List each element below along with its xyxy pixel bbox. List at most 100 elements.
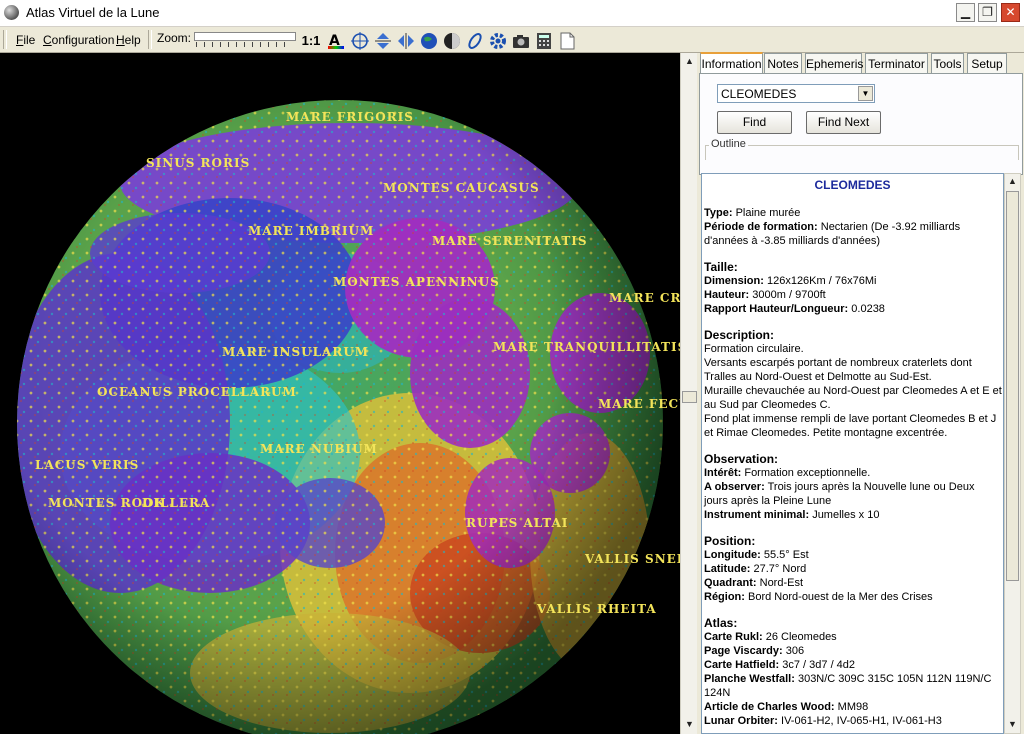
find-button[interactable]: Find <box>717 111 792 134</box>
map-label: RUPES ALTAI <box>466 516 568 530</box>
info-line: Page Viscardy: 306 <box>704 645 805 657</box>
map-label: OCEANUS PROCELLARUM <box>97 385 297 399</box>
info-line: Période de formation: Nectarien (De -3.9… <box>704 221 961 233</box>
map-label: MARE IMBRIUM <box>248 224 374 238</box>
section-heading: Position: <box>704 534 756 548</box>
feature-select[interactable]: CLEOMEDES ▼ <box>717 84 875 103</box>
calculator-icon[interactable] <box>534 31 553 50</box>
scroll-thumb[interactable] <box>1006 191 1019 581</box>
map-label: MARE FECU <box>598 397 680 411</box>
text-color-icon[interactable]: A <box>326 31 345 50</box>
zoom-1-1-button[interactable]: 1:1 <box>299 31 323 50</box>
phase-icon[interactable] <box>442 31 461 50</box>
info-line: Intérêt: Formation exceptionnelle. <box>704 467 871 479</box>
map-label: MARE SERENITATIS <box>432 234 588 248</box>
page-icon[interactable] <box>557 31 576 50</box>
map-label: MARE FRIGORIS <box>286 110 414 124</box>
map-label: SINUS RORIS <box>146 156 250 170</box>
feature-details: CLEOMEDES Type: Plaine murée Période de … <box>701 173 1004 734</box>
map-label: DILLERA <box>142 496 210 510</box>
map-label: MARE TRANQUILLITATIS <box>493 340 680 354</box>
info-line: A observer: Trois jours après la Nouvell… <box>704 481 975 493</box>
maximize-icon[interactable]: ❐ <box>978 3 997 22</box>
tab-ephemeris[interactable]: Ephemeris <box>805 53 863 73</box>
flip-vertical-icon[interactable] <box>373 31 392 50</box>
info-line: Type: Plaine murée <box>704 207 801 219</box>
info-line: Article de Charles Wood: MM98 <box>704 701 869 713</box>
find-next-button[interactable]: Find Next <box>806 111 881 134</box>
info-line: Carte Rukl: 26 Cleomedes <box>704 631 837 643</box>
info-line: Latitude: 27.7° Nord <box>704 563 807 575</box>
info-line: jours après la Pleine Lune <box>704 495 832 507</box>
info-line: Hauteur: 3000m / 9700ft <box>704 289 826 301</box>
scroll-thumb[interactable] <box>682 391 697 403</box>
section-heading: Taille: <box>704 260 738 274</box>
info-line: Planche Westfall: 303N/C 309C 315C 105N … <box>704 673 992 685</box>
info-panel: Information Notes Ephemeris Terminator T… <box>697 52 1024 734</box>
info-line: Fond plat immense rempli de lave portant… <box>704 413 997 425</box>
section-heading: Atlas: <box>704 616 738 630</box>
map-label: LACUS VERIS <box>35 458 139 472</box>
menu-configuration[interactable]: Configuration <box>43 33 114 47</box>
scroll-up-icon[interactable]: ▲ <box>682 54 697 69</box>
info-line: 124N <box>704 687 731 699</box>
info-line: Formation circulaire. <box>704 343 804 355</box>
zoom-slider[interactable] <box>194 32 296 41</box>
menu-file[interactable]: File <box>16 33 35 47</box>
details-scrollbar[interactable]: ▲ ▼ <box>1004 173 1021 734</box>
info-line: Instrument minimal: Jumelles x 10 <box>704 509 880 521</box>
tab-terminator[interactable]: Terminator <box>865 53 928 73</box>
info-line: Rapport Hauteur/Longueur: 0.0238 <box>704 303 885 315</box>
map-scrollbar[interactable]: ▲ ▼ <box>680 53 698 734</box>
map-label: VALLIS RHEITA <box>536 602 657 616</box>
feature-select-value: CLEOMEDES <box>721 87 797 101</box>
zoom-ticks <box>196 42 292 47</box>
menu-toolbar: File Configuration Help Zoom: 1:1 A <box>0 27 1024 53</box>
map-label: MONTES CAUCASUS <box>383 181 540 195</box>
scroll-down-icon[interactable]: ▼ <box>682 717 697 732</box>
separator <box>148 30 152 49</box>
info-line: Longitude: 55.5° Est <box>704 549 809 561</box>
feature-title: CLEOMEDES <box>814 178 891 192</box>
grip <box>3 30 7 49</box>
flip-horizontal-icon[interactable] <box>396 31 415 50</box>
info-line: Dimension: 126x126Km / 76x76Mi <box>704 275 877 287</box>
zoom-label: Zoom: <box>157 31 192 45</box>
outline-group <box>705 145 1019 160</box>
info-line: d'années à -3.85 milliards d'années) <box>704 235 881 247</box>
info-line: Versants escarpés portant de nombreux cr… <box>704 357 972 369</box>
map-label: VALLIS SNEL <box>584 552 680 566</box>
info-line: Carte Hatfield: 3c7 / 3d7 / 4d2 <box>704 659 856 671</box>
info-line: Muraille chevauchée au Nord-Ouest par Cl… <box>704 385 1002 397</box>
outline-label: Outline <box>709 138 748 150</box>
minimize-icon[interactable]: ▁ <box>956 3 975 22</box>
info-line: Région: Bord Nord-ouest de la Mer des Cr… <box>704 591 933 603</box>
map-label: MONTES APENNINUS <box>333 275 500 289</box>
moon-image[interactable]: MARE FRIGORIS SINUS RORIS MONTES CAUCASU… <box>0 53 680 734</box>
menu-help[interactable]: Help <box>116 33 141 47</box>
window-title: Atlas Virtuel de la Lune <box>26 5 160 20</box>
info-line: Lunar Orbiter: IV-061-H2, IV-065-H1, IV-… <box>704 715 942 727</box>
gear-icon[interactable] <box>488 31 507 50</box>
globe-icon[interactable] <box>419 31 438 50</box>
moon-app-icon[interactable] <box>4 5 19 20</box>
tab-setup[interactable]: Setup <box>967 53 1007 73</box>
title-bar: Atlas Virtuel de la Lune ▁ ❐ ✕ <box>0 0 1024 27</box>
crosshair-icon[interactable] <box>350 31 369 50</box>
close-icon[interactable]: ✕ <box>1001 3 1020 22</box>
scroll-up-icon[interactable]: ▲ <box>1005 174 1020 189</box>
rotate-icon[interactable] <box>465 31 484 50</box>
chevron-down-icon[interactable]: ▼ <box>858 86 873 101</box>
scroll-down-icon[interactable]: ▼ <box>1005 717 1020 732</box>
map-label: MARE INSULARUM <box>222 345 369 359</box>
info-line: Quadrant: Nord-Est <box>704 577 804 589</box>
map-label: MARE NUBIUM <box>260 442 378 456</box>
info-line: et Rimae Cleomedes. Petite montagne exce… <box>704 427 948 439</box>
tab-information[interactable]: Information <box>700 52 763 74</box>
moon-map-view[interactable]: MARE FRIGORIS SINUS RORIS MONTES CAUCASU… <box>0 53 680 734</box>
camera-icon[interactable] <box>511 31 530 50</box>
section-heading: Observation: <box>704 452 779 466</box>
tab-tools[interactable]: Tools <box>931 53 964 73</box>
section-heading: Description: <box>704 328 775 342</box>
tab-notes[interactable]: Notes <box>764 53 802 73</box>
